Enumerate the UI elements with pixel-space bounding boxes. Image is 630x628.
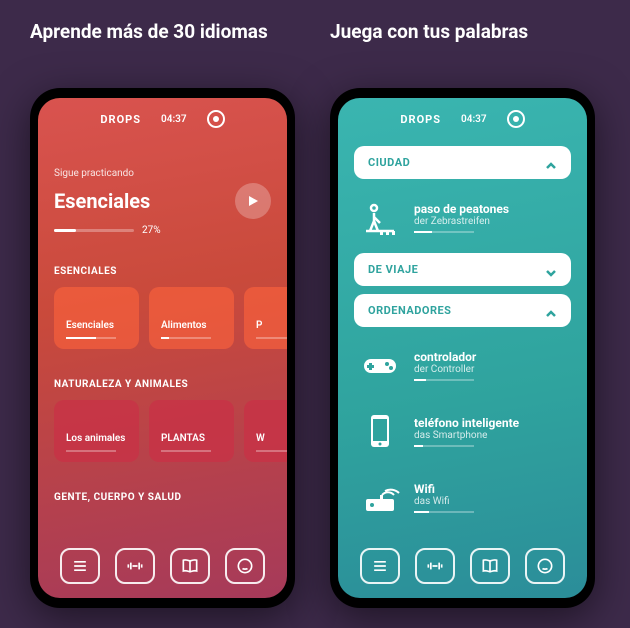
timer-text: 04:37 xyxy=(461,114,487,125)
word-row[interactable]: controladorder Controller xyxy=(354,335,571,395)
phone-left: DROPS 04:37 Sigue practicando Esenciales xyxy=(30,88,295,608)
nav-list-icon[interactable] xyxy=(360,548,400,584)
wifi-icon xyxy=(358,475,402,519)
section-label: GENTE, CUERPO Y SALUD xyxy=(54,492,271,503)
word-main: Wifi xyxy=(414,482,567,496)
hero-title: Esenciales xyxy=(54,189,150,213)
gamepad-icon xyxy=(358,343,402,387)
nav-book-icon[interactable] xyxy=(470,548,510,584)
topic-card[interactable]: W xyxy=(244,400,287,462)
word-translation: der Controller xyxy=(414,364,567,375)
pill-label: DE VIAJE xyxy=(368,263,418,276)
chevron-down-icon xyxy=(545,264,557,276)
timer-icon[interactable] xyxy=(207,110,225,128)
word-row[interactable]: paso de peatonesder Zebrastreifen xyxy=(354,187,571,247)
nav-list-icon[interactable] xyxy=(60,548,100,584)
chevron-up-icon xyxy=(545,157,557,169)
topic-card[interactable]: Esenciales xyxy=(54,287,139,349)
brand-label: DROPS xyxy=(400,113,441,126)
topic-card[interactable]: P xyxy=(244,287,287,349)
phone-right: DROPS 04:37 CIUDAD paso de peatonesder Ze… xyxy=(330,88,595,608)
nav-book-icon[interactable] xyxy=(170,548,210,584)
card-title: Los animales xyxy=(66,433,127,444)
topic-card[interactable]: Alimentos xyxy=(149,287,234,349)
bottom-nav xyxy=(338,538,587,598)
brand-label: DROPS xyxy=(100,113,141,126)
card-title: W xyxy=(256,433,287,444)
nav-face-icon[interactable] xyxy=(525,548,565,584)
left-headline: Aprende más de 30 idiomas xyxy=(30,20,300,68)
pill-label: ORDENADORES xyxy=(368,304,451,317)
nav-dumbbell-icon[interactable] xyxy=(415,548,455,584)
play-button[interactable] xyxy=(235,183,271,219)
word-row[interactable]: teléfono inteligentedas Smartphone xyxy=(354,401,571,461)
section-label: ESENCIALES xyxy=(54,266,271,277)
right-headline: Juega con tus palabras xyxy=(330,20,600,68)
topbar: DROPS 04:37 xyxy=(338,98,587,138)
topic-card[interactable]: PLANTAS xyxy=(149,400,234,462)
topic-card[interactable]: Los animales xyxy=(54,400,139,462)
card-title: PLANTAS xyxy=(161,433,222,444)
card-title: Alimentos xyxy=(161,320,222,331)
bottom-nav xyxy=(38,538,287,598)
pill-label: CIUDAD xyxy=(368,156,410,169)
word-translation: der Zebrastreifen xyxy=(414,216,567,227)
practice-label: Sigue practicando xyxy=(54,168,271,179)
topbar: DROPS 04:37 xyxy=(38,98,287,138)
category-pill[interactable]: CIUDAD xyxy=(354,146,571,179)
timer-icon[interactable] xyxy=(507,110,525,128)
phone-icon xyxy=(358,409,402,453)
crosswalk-icon xyxy=(358,195,402,239)
progress-percent: 27% xyxy=(142,225,161,236)
word-row[interactable]: Wifidas Wifi xyxy=(354,467,571,527)
card-title: Esenciales xyxy=(66,320,127,331)
category-pill[interactable]: DE VIAJE xyxy=(354,253,571,286)
nav-face-icon[interactable] xyxy=(225,548,265,584)
word-main: teléfono inteligente xyxy=(414,416,567,430)
word-translation: das Smartphone xyxy=(414,430,567,441)
word-translation: das Wifi xyxy=(414,496,567,507)
word-main: paso de peatones xyxy=(414,202,567,216)
chevron-up-icon xyxy=(545,305,557,317)
nav-dumbbell-icon[interactable] xyxy=(115,548,155,584)
section-label: NATURALEZA Y ANIMALES xyxy=(54,379,271,390)
word-main: controlador xyxy=(414,350,567,364)
progress-bar xyxy=(54,229,134,232)
timer-text: 04:37 xyxy=(161,114,187,125)
card-title: P xyxy=(256,320,287,331)
category-pill[interactable]: ORDENADORES xyxy=(354,294,571,327)
